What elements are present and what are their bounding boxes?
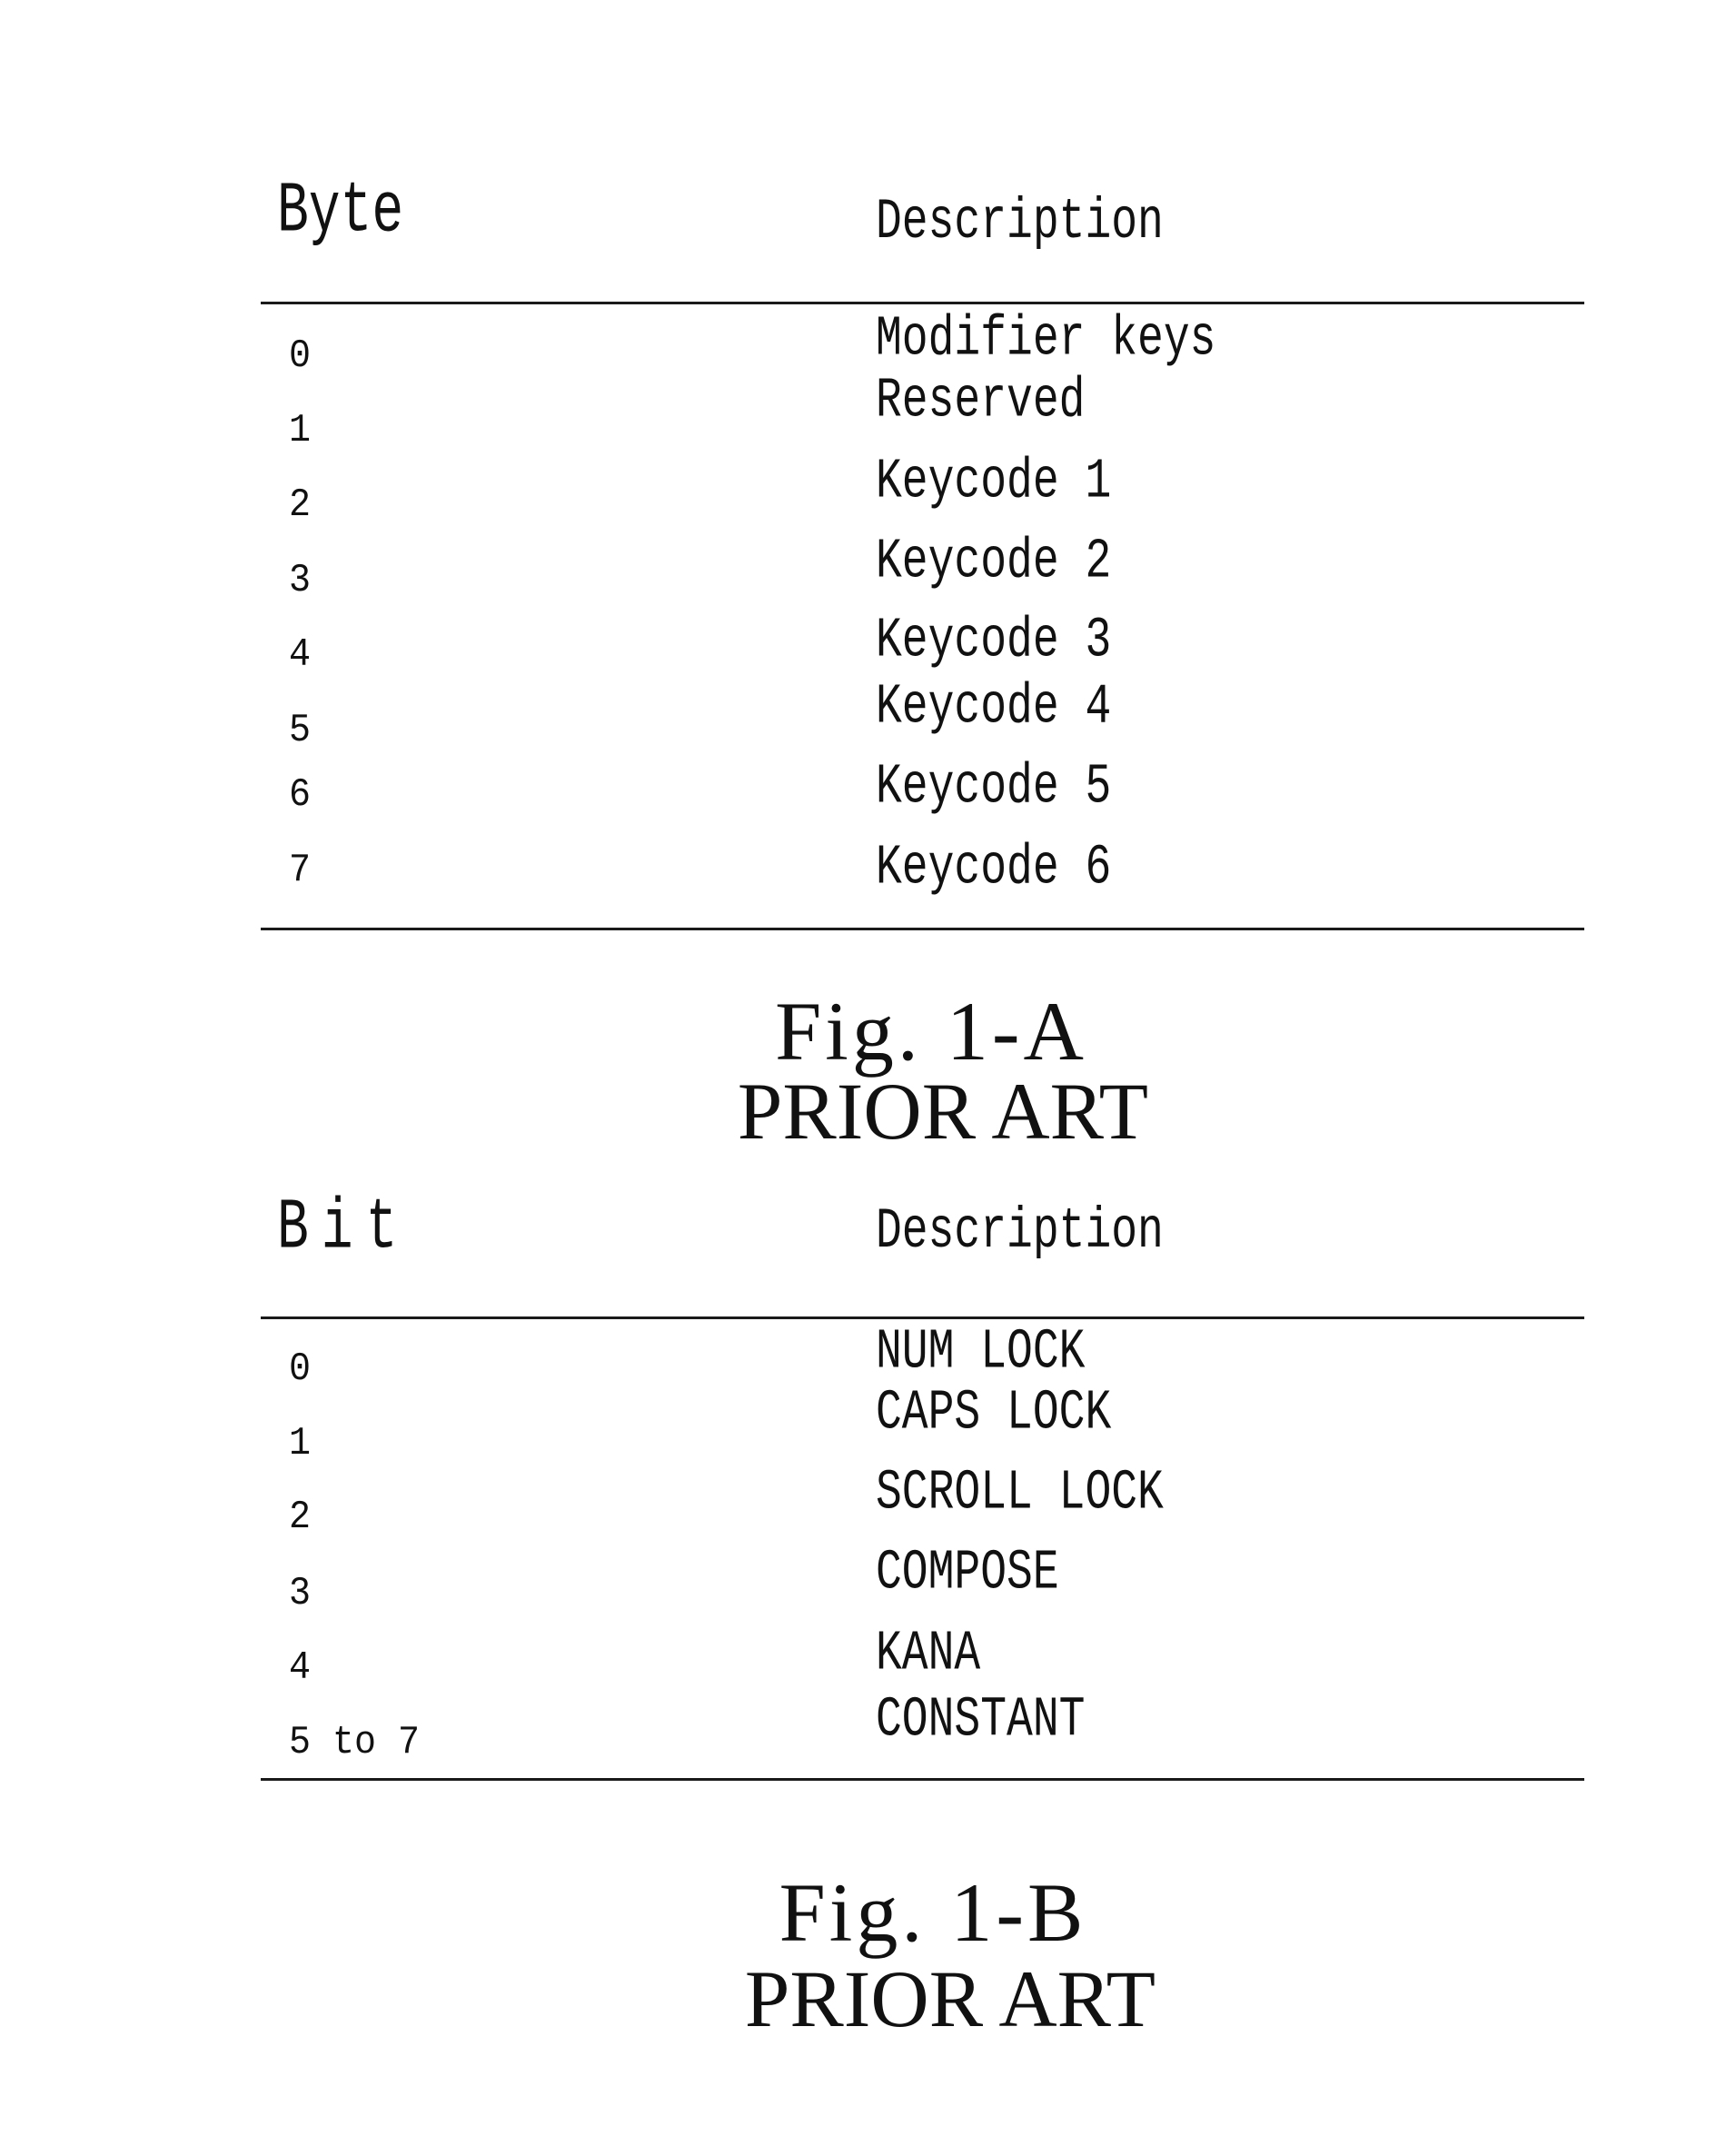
byte-index: 3 xyxy=(289,558,312,604)
bit-description: NUM LOCK xyxy=(876,1320,1086,1385)
footer-rule xyxy=(261,928,1584,930)
byte-index: 7 xyxy=(289,848,312,894)
column-header-description: Description xyxy=(876,1199,1164,1265)
figure-caption: Fig. 1-A xyxy=(775,985,1087,1078)
byte-index: 4 xyxy=(289,632,312,679)
footer-rule xyxy=(261,1778,1584,1781)
byte-index: 5 xyxy=(289,708,312,754)
column-header-bit: Bit xyxy=(277,1188,411,1270)
byte-description: Keycode 6 xyxy=(876,836,1112,900)
bit-description: KANA xyxy=(876,1622,981,1686)
prior-art-label: PRIOR ART xyxy=(737,1068,1149,1157)
column-header-description: Description xyxy=(876,190,1164,255)
prior-art-label: PRIOR ART xyxy=(744,1955,1156,2044)
header-rule xyxy=(261,1316,1584,1319)
byte-index: 0 xyxy=(289,333,312,380)
bit-description: COMPOSE xyxy=(876,1541,1059,1605)
bit-index: 2 xyxy=(289,1495,312,1541)
byte-description: Keycode 4 xyxy=(876,675,1112,740)
bit-description: CAPS LOCK xyxy=(876,1381,1112,1446)
bit-index: 4 xyxy=(289,1645,312,1692)
byte-description: Modifier keys xyxy=(876,307,1216,372)
byte-description: Keycode 5 xyxy=(876,755,1112,820)
bit-index: 5 to 7 xyxy=(289,1720,421,1766)
byte-description: Keycode 2 xyxy=(876,530,1112,594)
byte-index: 6 xyxy=(289,772,312,819)
byte-index: 2 xyxy=(289,482,312,529)
figure-caption: Fig. 1-B xyxy=(779,1866,1087,1959)
column-header-byte: Byte xyxy=(277,172,404,253)
bit-index: 0 xyxy=(289,1346,312,1393)
bit-index: 1 xyxy=(289,1421,312,1467)
bit-description: SCROLL LOCK xyxy=(876,1461,1164,1525)
byte-index: 1 xyxy=(289,408,312,454)
bit-description: CONSTANT xyxy=(876,1688,1086,1753)
bit-index: 3 xyxy=(289,1571,312,1617)
header-rule xyxy=(261,302,1584,304)
byte-description: Keycode 1 xyxy=(876,450,1112,514)
byte-description: Reserved xyxy=(876,369,1086,433)
byte-description: Keycode 3 xyxy=(876,609,1112,673)
